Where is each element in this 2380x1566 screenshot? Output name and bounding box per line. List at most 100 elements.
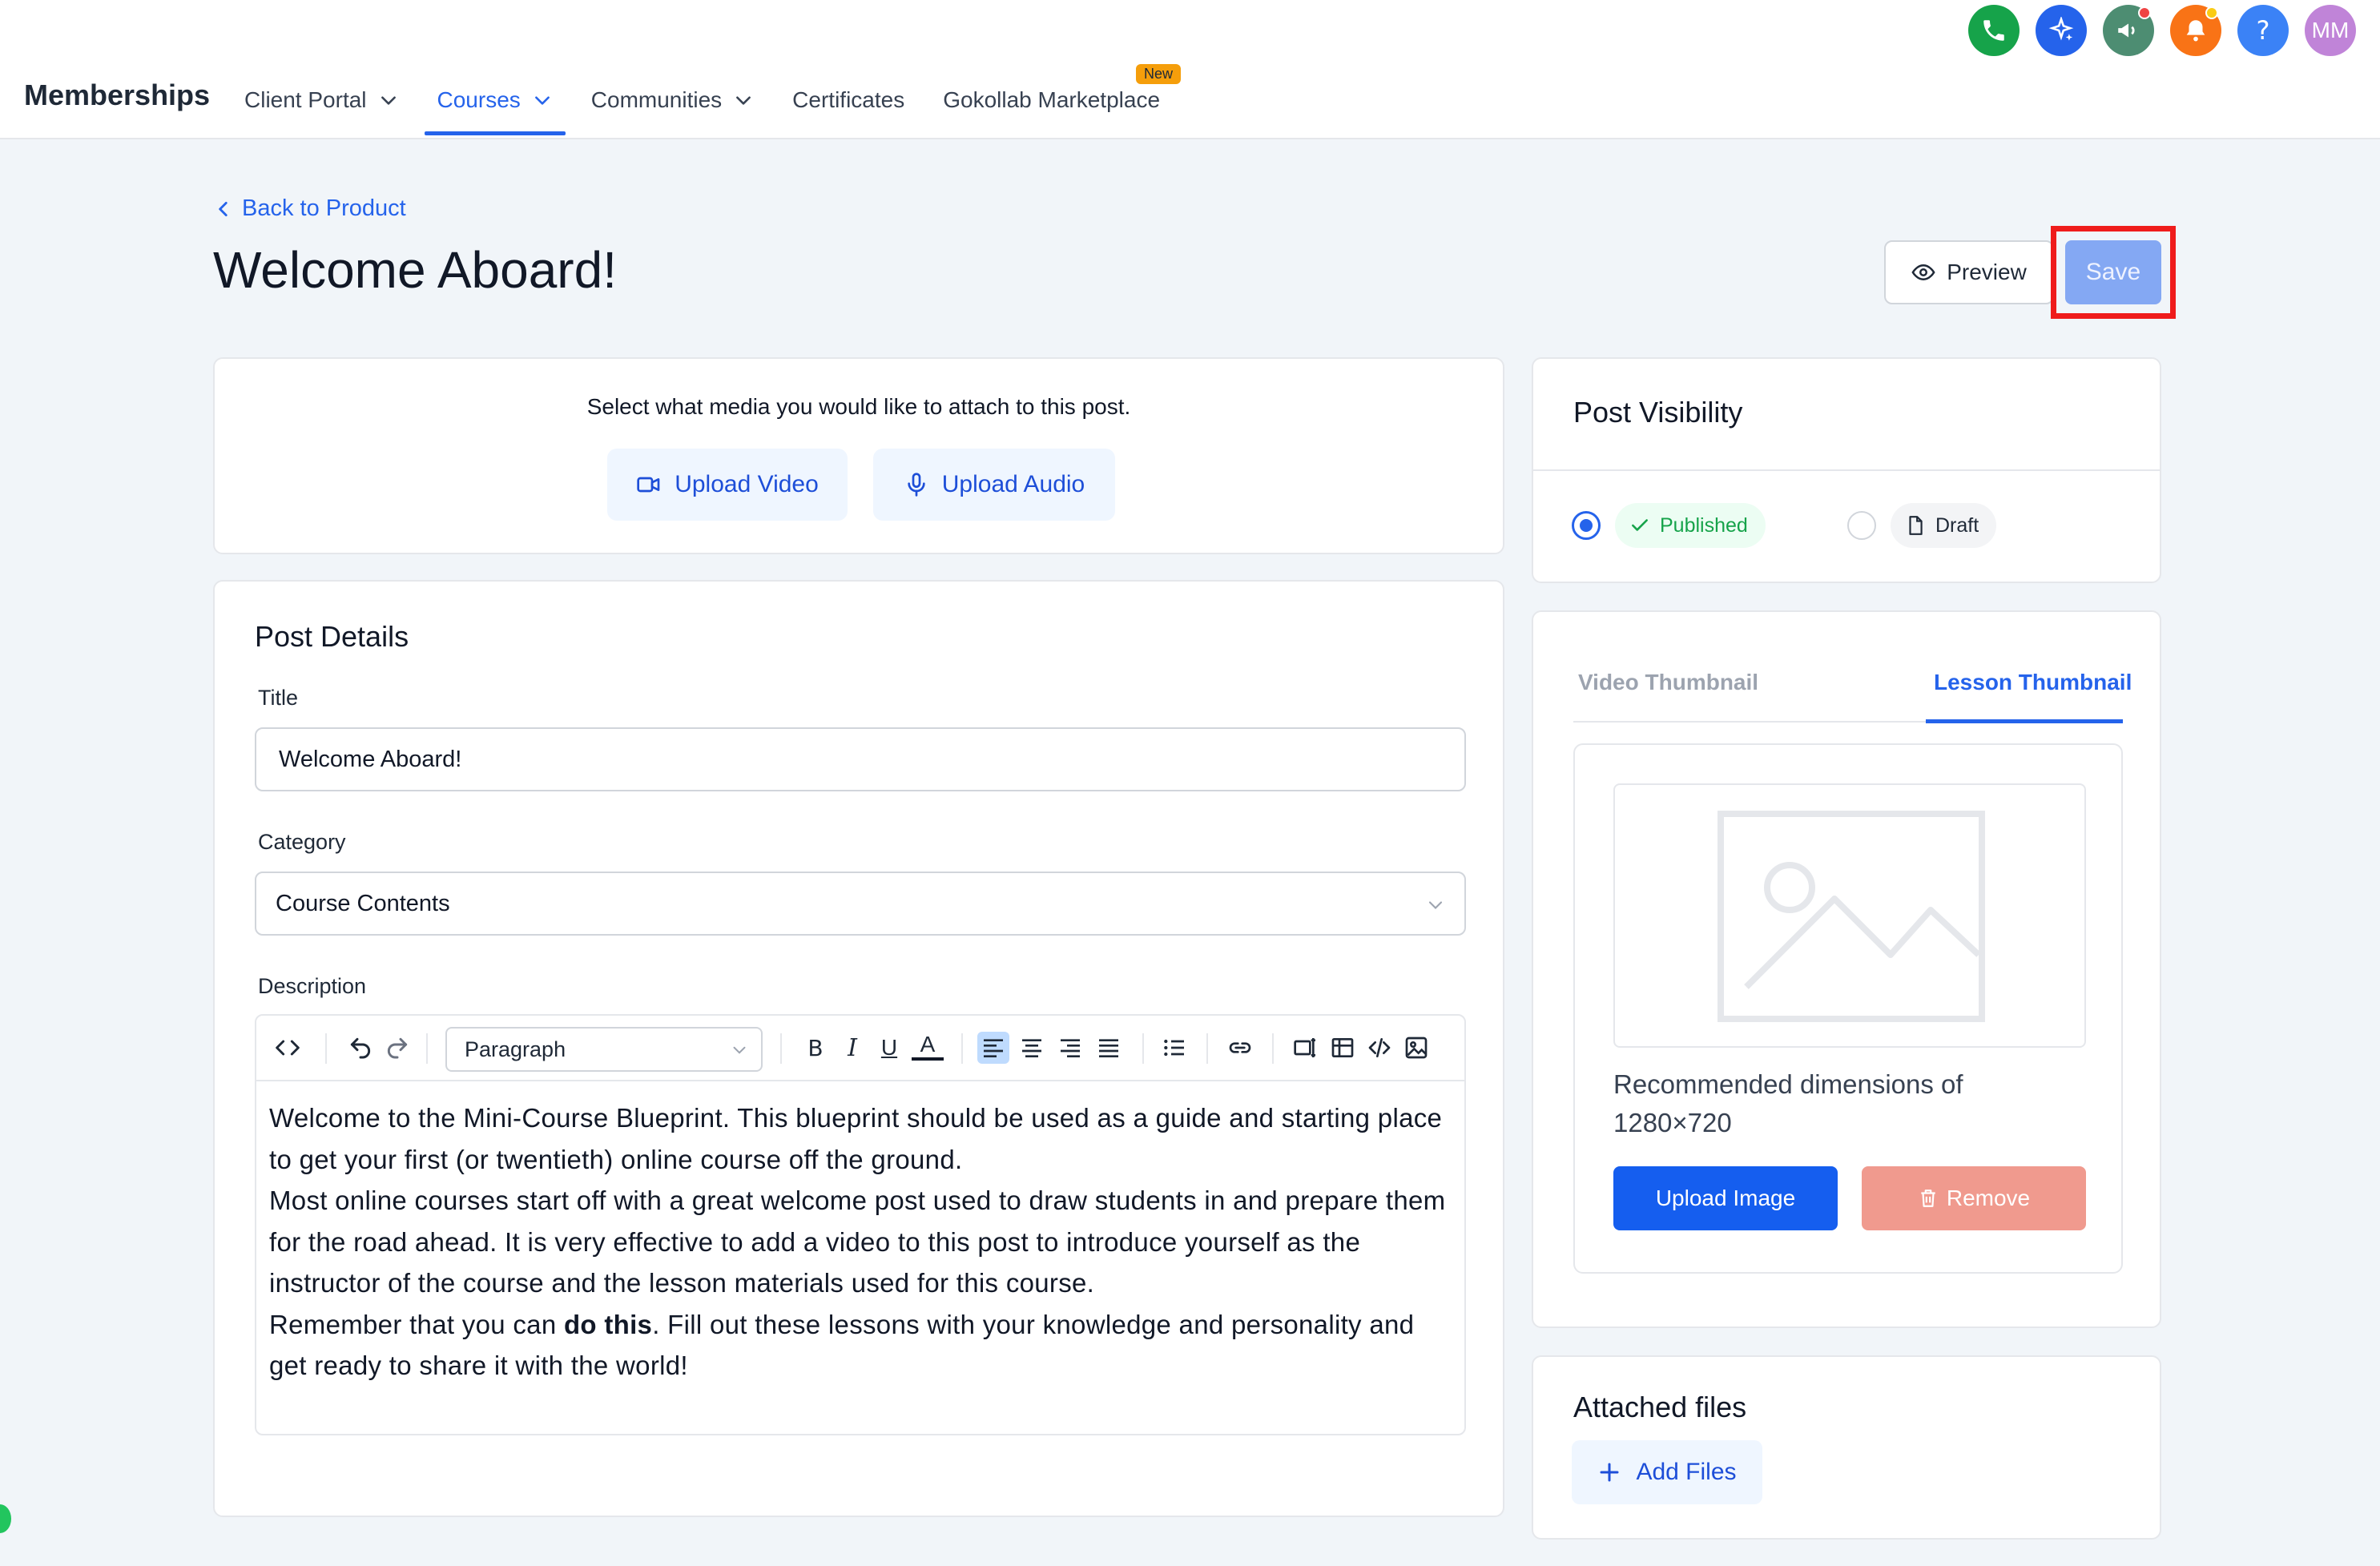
image-placeholder-icon	[1718, 811, 1985, 1022]
toolbar-divider	[1142, 1033, 1144, 1064]
bell-icon[interactable]	[2170, 5, 2221, 56]
published-radio[interactable]	[1572, 511, 1601, 540]
notification-dot	[2138, 6, 2151, 19]
toolbar-divider	[1272, 1033, 1274, 1064]
post-details-card: Post Details Title Welcome Aboard! Categ…	[213, 580, 1504, 1517]
megaphone-icon[interactable]	[2103, 5, 2154, 56]
align-center-icon[interactable]	[1016, 1032, 1048, 1064]
align-left-icon[interactable]	[977, 1032, 1009, 1064]
upload-video-label: Upload Video	[675, 471, 819, 497]
chevron-down-icon	[381, 96, 396, 105]
notification-dot	[2205, 6, 2218, 19]
nav-label: Certificates	[792, 87, 905, 112]
thumbnail-panel: Recommended dimensions of 1280×720 Uploa…	[1573, 743, 2123, 1274]
link-icon[interactable]	[1224, 1032, 1256, 1064]
nav-item-client-portal[interactable]: Client Portal	[244, 82, 399, 119]
paragraph-format-select[interactable]: Paragraph	[445, 1027, 763, 1072]
chevron-left-icon	[219, 201, 228, 216]
plus-icon	[1600, 1463, 1619, 1482]
check-icon	[1632, 519, 1648, 531]
underline-icon[interactable]: U	[873, 1032, 905, 1064]
nav-label: Gokollab Marketplace	[943, 87, 1161, 112]
new-badge: New	[1136, 64, 1182, 84]
published-pill[interactable]: Published	[1615, 503, 1766, 548]
active-tab-indicator	[1926, 719, 2123, 723]
phone-icon[interactable]	[1968, 5, 2020, 56]
attached-files-heading: Attached files	[1573, 1391, 1747, 1423]
nav-label: Client Portal	[244, 87, 367, 112]
recommended-dimensions: Recommended dimensions of 1280×720	[1613, 1069, 1963, 1137]
image-icon[interactable]	[1400, 1032, 1432, 1064]
avatar-initials: MM	[2311, 18, 2350, 42]
video-camera-icon	[637, 477, 660, 493]
published-label: Published	[1660, 513, 1748, 537]
page-title: Welcome Aboard!	[213, 241, 617, 299]
italic-icon[interactable]: I	[836, 1032, 868, 1064]
nav-item-certificates[interactable]: Certificates	[792, 82, 904, 119]
nav-item-marketplace[interactable]: Gokollab Marketplace New	[943, 64, 1182, 119]
add-files-label: Add Files	[1636, 1459, 1737, 1485]
thumbnail-preview	[1613, 783, 2086, 1048]
microphone-icon	[908, 473, 925, 497]
toolbar-divider	[961, 1033, 963, 1064]
body-paragraph: Welcome to the Mini-Course Blueprint. Th…	[269, 1103, 1443, 1174]
post-visibility-card: Post Visibility Published Draft	[1532, 357, 2161, 583]
nav-label: Courses	[437, 87, 521, 112]
toolbar-divider	[1206, 1033, 1208, 1064]
upload-video-button[interactable]: Upload Video	[607, 449, 848, 521]
nav-item-courses[interactable]: Courses	[424, 82, 566, 135]
chat-widget-button[interactable]	[0, 1504, 11, 1533]
media-attach-card: Select what media you would like to atta…	[213, 357, 1504, 554]
preview-button[interactable]: Preview	[1884, 240, 2054, 304]
back-to-product-link[interactable]: Back to Product	[213, 195, 406, 222]
document-icon	[1909, 516, 1923, 535]
title-value: Welcome Aboard!	[279, 746, 462, 772]
title-input[interactable]: Welcome Aboard!	[255, 727, 1466, 791]
save-button[interactable]: Save	[2065, 240, 2161, 304]
post-details-heading: Post Details	[255, 620, 409, 653]
app-brand: Memberships	[24, 79, 211, 111]
category-label: Category	[258, 830, 346, 854]
remove-label: Remove	[1946, 1186, 2031, 1210]
remove-image-button[interactable]: Remove	[1862, 1166, 2086, 1230]
chevron-down-icon	[736, 96, 751, 105]
add-files-button[interactable]: Add Files	[1572, 1440, 1762, 1504]
upload-image-button[interactable]: Upload Image	[1613, 1166, 1838, 1230]
trash-icon	[1921, 1190, 1935, 1207]
draft-radio[interactable]	[1847, 511, 1876, 540]
eye-icon	[1911, 264, 1935, 281]
draft-pill[interactable]: Draft	[1891, 503, 1997, 548]
align-justify-icon[interactable]	[1093, 1032, 1125, 1064]
source-code-icon[interactable]	[268, 1032, 308, 1064]
media-prompt: Select what media you would like to atta…	[586, 394, 1131, 419]
nav-item-communities[interactable]: Communities	[591, 82, 754, 119]
body-paragraph: Most online courses start off with a gre…	[269, 1186, 1446, 1298]
code-icon[interactable]	[1363, 1032, 1395, 1064]
upload-audio-button[interactable]: Upload Audio	[873, 449, 1115, 521]
chevron-down-icon	[1428, 901, 1443, 909]
nav-label: Communities	[590, 87, 723, 112]
bold-icon[interactable]: B	[799, 1032, 832, 1064]
align-right-icon[interactable]	[1054, 1032, 1086, 1064]
tab-video-thumbnail[interactable]: Video Thumbnail	[1578, 670, 1758, 695]
back-label: Back to Product	[242, 195, 406, 221]
editor-content[interactable]: Welcome to the Mini-Course Blueprint. Th…	[269, 1097, 1447, 1387]
visibility-heading: Post Visibility	[1573, 396, 1743, 429]
bullet-list-icon[interactable]	[1158, 1032, 1190, 1064]
sparkle-icon[interactable]	[2036, 5, 2087, 56]
media-embed-icon[interactable]	[1290, 1032, 1322, 1064]
preview-label: Preview	[1947, 260, 2027, 284]
body-bold-text: do this	[563, 1309, 653, 1339]
avatar[interactable]: MM	[2305, 5, 2356, 56]
table-icon[interactable]	[1327, 1032, 1359, 1064]
redo-icon[interactable]	[381, 1032, 413, 1064]
tab-lesson-thumbnail[interactable]: Lesson Thumbnail	[1934, 670, 2132, 695]
rich-text-editor: Paragraph B I U A Welcome to the Mini-Co…	[255, 1014, 1466, 1435]
top-navigation-bar: Memberships Client Portal Courses Commun…	[0, 0, 2380, 139]
help-icon[interactable]: ?	[2237, 5, 2289, 56]
category-select[interactable]: Course Contents	[255, 872, 1466, 936]
upload-audio-label: Upload Audio	[941, 471, 1085, 497]
undo-icon[interactable]	[344, 1032, 377, 1064]
divider	[1533, 469, 2160, 471]
text-color-icon[interactable]: A	[912, 1032, 944, 1061]
